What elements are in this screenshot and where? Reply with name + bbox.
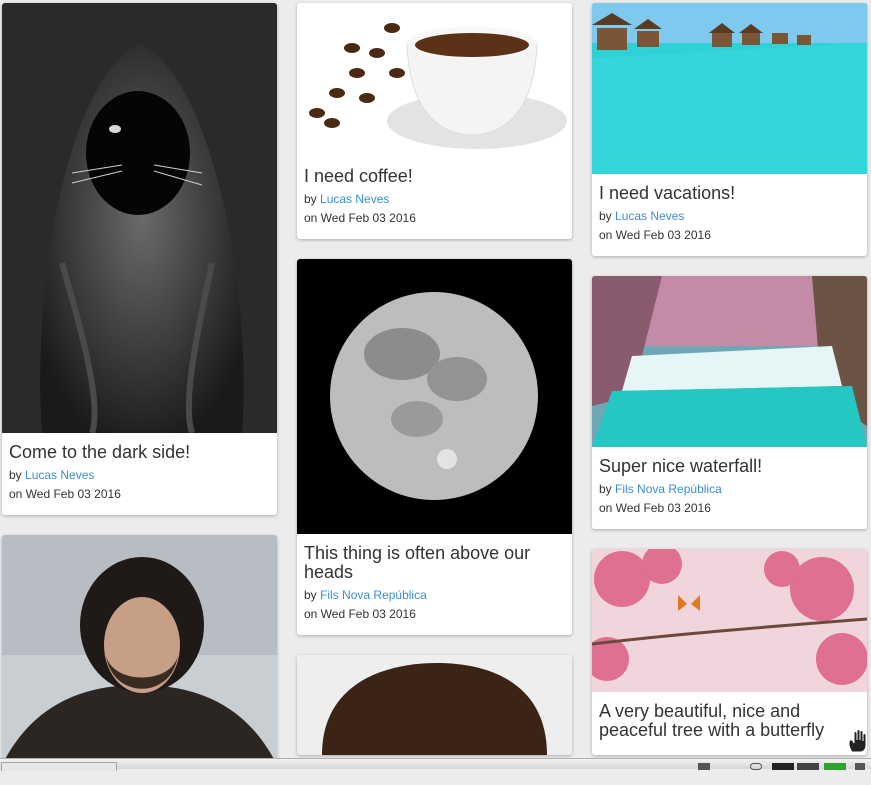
waterfall-image[interactable] (592, 276, 867, 447)
post-card[interactable] (2, 535, 277, 765)
post-card[interactable]: I need coffee! by Lucas Neves on Wed Feb… (297, 3, 572, 239)
post-card[interactable]: I need vacations! by Lucas Neves on Wed … (592, 3, 867, 256)
author-link[interactable]: Fils Nova República (615, 482, 722, 496)
post-card[interactable]: This thing is often above our heads by F… (297, 259, 572, 635)
post-card[interactable]: Super nice waterfall! by Fils Nova Repúb… (592, 276, 867, 529)
tray-app-icon[interactable] (772, 763, 794, 770)
card-date: on Wed Feb 03 2016 (599, 501, 711, 515)
card-date: on Wed Feb 03 2016 (304, 607, 416, 621)
bald-man-image[interactable] (297, 655, 572, 755)
card-body: I need vacations! by Lucas Neves on Wed … (592, 174, 867, 256)
column-3: I need vacations! by Lucas Neves on Wed … (592, 3, 867, 775)
post-card[interactable]: A very beautiful, nice and peaceful tree… (592, 549, 867, 755)
overwater-bungalows-image[interactable] (592, 3, 867, 174)
card-title: This thing is often above our heads (304, 543, 531, 582)
taskbar (0, 758, 871, 771)
pink-tree-butterfly-image[interactable] (592, 549, 867, 692)
card-author-line: by Fils Nova República (599, 482, 722, 496)
card-date: on Wed Feb 03 2016 (599, 228, 711, 242)
coffee-cup-image[interactable] (297, 3, 572, 157)
card-date: on Wed Feb 03 2016 (304, 211, 416, 225)
card-body: I need coffee! by Lucas Neves on Wed Feb… (297, 157, 572, 239)
card-title: Super nice waterfall! (599, 456, 763, 476)
card-author-line: by Lucas Neves (9, 468, 95, 482)
bearded-man-fur-cloak-image[interactable] (2, 535, 277, 765)
clock-icon[interactable] (750, 763, 762, 770)
hooded-cat-image[interactable] (2, 3, 277, 433)
author-link[interactable]: Lucas Neves (25, 468, 94, 482)
author-link[interactable]: Fils Nova República (320, 588, 427, 602)
card-body: This thing is often above our heads by F… (297, 534, 572, 635)
card-author-line: by Lucas Neves (599, 209, 685, 223)
hand-cursor-icon (846, 728, 870, 754)
tray-app-icon[interactable] (797, 763, 819, 770)
column-1: Come to the dark side! by Lucas Neves on… (2, 3, 277, 785)
card-title: Come to the dark side! (9, 442, 191, 462)
network-icon[interactable] (824, 763, 846, 770)
card-title: A very beautiful, nice and peaceful tree… (599, 701, 825, 740)
card-author-line: by Lucas Neves (304, 192, 390, 206)
card-title: I need vacations! (599, 183, 736, 203)
card-title: I need coffee! (304, 166, 413, 186)
volume-icon[interactable] (855, 763, 865, 770)
card-body: A very beautiful, nice and peaceful tree… (592, 692, 867, 755)
author-link[interactable]: Lucas Neves (615, 209, 684, 223)
column-2: I need coffee! by Lucas Neves on Wed Feb… (297, 3, 572, 775)
card-date: on Wed Feb 03 2016 (9, 487, 121, 501)
card-author-line: by Fils Nova República (304, 588, 427, 602)
post-card[interactable] (297, 655, 572, 755)
card-body: Come to the dark side! by Lucas Neves on… (2, 433, 277, 515)
taskbar-window-button[interactable] (1, 762, 117, 771)
author-link[interactable]: Lucas Neves (320, 192, 389, 206)
printer-icon[interactable] (698, 763, 710, 770)
post-card[interactable]: Come to the dark side! by Lucas Neves on… (2, 3, 277, 515)
card-body: Super nice waterfall! by Fils Nova Repúb… (592, 447, 867, 529)
full-moon-image[interactable] (297, 259, 572, 534)
